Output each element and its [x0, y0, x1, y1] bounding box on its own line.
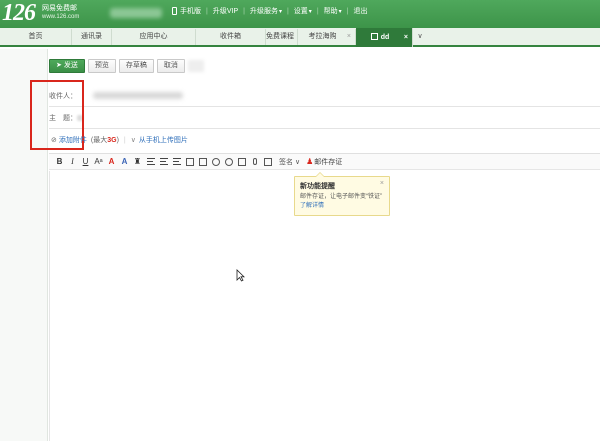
- preview-button[interactable]: 预览: [87, 59, 116, 73]
- image-icon[interactable]: [184, 156, 195, 167]
- chevron-down-icon: ▾: [338, 8, 342, 15]
- nav-upgrade-service[interactable]: 升级服务: [250, 6, 278, 16]
- attachment-row: ⊘ 添加附件 (最大3G) | ∨ 从手机上传图片: [51, 135, 188, 145]
- tab-contacts[interactable]: 通讯录: [72, 29, 112, 45]
- table-icon[interactable]: [236, 156, 247, 167]
- italic-icon[interactable]: I: [67, 156, 78, 167]
- highlight-color-icon[interactable]: A: [119, 156, 130, 167]
- tab-home[interactable]: 首页: [0, 29, 72, 45]
- chevron-down-icon: ∨: [130, 137, 136, 144]
- tab-kaola[interactable]: 考拉海购 ×: [298, 29, 356, 45]
- signature-dropdown[interactable]: 签名 ∨: [279, 157, 300, 167]
- nav-mobile[interactable]: 手机版: [180, 6, 201, 16]
- link-icon[interactable]: [223, 156, 234, 167]
- nav-help[interactable]: 帮助: [324, 6, 338, 16]
- tab-free-course[interactable]: 免费课程 ×: [266, 29, 298, 45]
- send-icon: ➤: [56, 62, 62, 69]
- tooltip-title: 新功能提醒: [300, 183, 335, 190]
- chevron-down-icon: ▾: [278, 8, 282, 15]
- screenshot-icon[interactable]: [197, 156, 208, 167]
- to-row: 收件人：: [49, 85, 600, 107]
- logo[interactable]: 126 网易免费邮 www.126.com: [2, 0, 79, 26]
- tab-compose-dd[interactable]: dd ×: [356, 28, 413, 47]
- subject-row: 主 题：: [49, 107, 600, 129]
- save-draft-button[interactable]: 存草稿: [118, 59, 154, 73]
- seal-icon: ♟: [306, 156, 314, 166]
- compose-toolbar: ➤ 发送 预览 存草稿 取消: [49, 59, 204, 73]
- tab-bar: 首页 通讯录 应用中心 收件箱 免费课程 × 考拉海购 × dd × ∨: [0, 28, 600, 47]
- close-icon[interactable]: ×: [380, 180, 384, 187]
- format-brush-icon[interactable]: ♜: [132, 156, 143, 167]
- bold-icon[interactable]: B: [54, 156, 65, 167]
- mouse-cursor-icon: [236, 269, 245, 282]
- chevron-down-icon: ▾: [308, 8, 312, 15]
- paperclip-icon: ⊘: [51, 137, 57, 144]
- close-icon[interactable]: ×: [347, 29, 351, 45]
- editor-toolbar: B I U Aᵃ A A ♜ 签名 ∨ ♟邮件存证: [49, 153, 600, 170]
- tooltip-body: 邮件存证，让电子邮件变“铁证” 了解详情: [300, 194, 382, 209]
- user-account-blurred: [110, 8, 162, 18]
- top-nav: 手机版 | 升级VIP | 升级服务 ▾ | 设置 ▾ | 帮助 ▾ | 退出: [172, 6, 367, 16]
- tab-app-center[interactable]: 应用中心: [112, 29, 196, 45]
- tab-inbox[interactable]: 收件箱: [196, 29, 266, 45]
- font-size-icon[interactable]: Aᵃ: [93, 156, 104, 167]
- add-attachment-link[interactable]: 添加附件: [59, 135, 87, 145]
- blurred-button: [187, 60, 204, 72]
- align-icon[interactable]: [145, 156, 156, 167]
- mobile-upload-link[interactable]: 从手机上传图片: [139, 135, 188, 145]
- edit-icon: [370, 33, 378, 40]
- phone-icon: [172, 7, 177, 15]
- close-icon[interactable]: ×: [404, 28, 408, 47]
- font-color-icon[interactable]: A: [106, 156, 117, 167]
- attachment-limit: (最大3G): [90, 137, 119, 144]
- list-icon[interactable]: [158, 156, 169, 167]
- close-icon[interactable]: ×: [289, 29, 293, 45]
- logo-url: www.126.com: [42, 14, 80, 20]
- underline-icon[interactable]: U: [80, 156, 91, 167]
- nav-settings[interactable]: 设置: [294, 6, 308, 16]
- to-input[interactable]: [71, 89, 591, 103]
- nav-logout[interactable]: 退出: [353, 6, 367, 16]
- template-icon[interactable]: [262, 156, 273, 167]
- send-button[interactable]: ➤ 发送: [49, 59, 85, 73]
- tooltip-link[interactable]: 了解详情: [300, 203, 324, 209]
- nav-upgrade-vip[interactable]: 升级VIP: [213, 6, 238, 16]
- email-seal-button[interactable]: ♟邮件存证: [306, 157, 342, 167]
- logo-number: 126: [2, 0, 36, 26]
- app-header: 126 网易免费邮 www.126.com 手机版 | 升级VIP | 升级服务…: [0, 0, 600, 28]
- logo-name: 网易免费邮: [42, 5, 77, 12]
- indent-icon[interactable]: [171, 156, 182, 167]
- feature-tooltip: 新功能提醒 邮件存证，让电子邮件变“铁证” 了解详情 ×: [294, 172, 390, 216]
- voice-icon[interactable]: [249, 156, 260, 167]
- subject-input[interactable]: [71, 111, 591, 125]
- cancel-button[interactable]: 取消: [156, 59, 185, 73]
- emoji-icon[interactable]: [210, 156, 221, 167]
- tab-more-chevron[interactable]: ∨: [413, 29, 427, 45]
